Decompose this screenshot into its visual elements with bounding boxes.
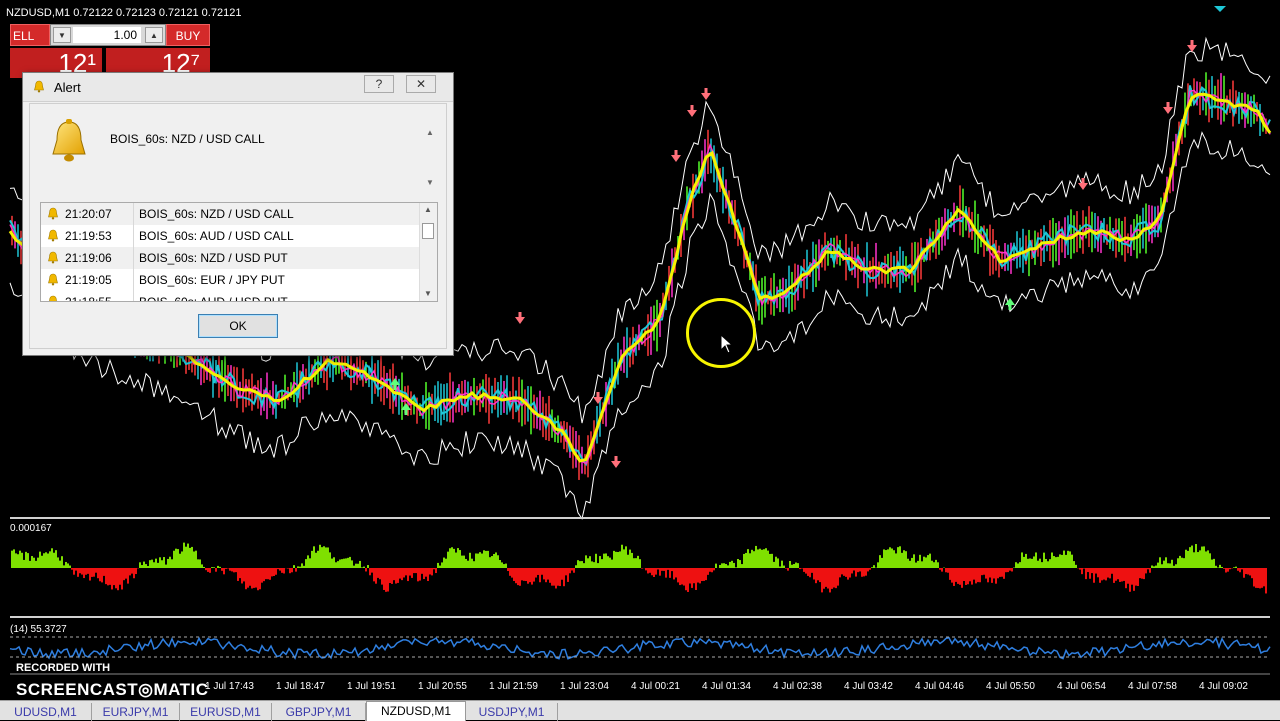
bell-icon	[34, 80, 44, 93]
scrollbar-thumb[interactable]	[422, 223, 434, 239]
alert-time: 21:19:05	[65, 273, 112, 287]
message-scroll-up-icon[interactable]: ▲	[426, 128, 434, 137]
alert-list-item[interactable]: 21:18:55 BOIS_60s: AUD / USD PUT	[41, 291, 421, 302]
time-axis-label: 4 Jul 03:42	[844, 681, 893, 692]
sell-signal-arrow	[1163, 102, 1173, 114]
recorded-with-label: RECORDED WITH	[16, 662, 111, 674]
help-button[interactable]: ?	[364, 75, 394, 93]
histogram-oscillator	[11, 542, 1267, 594]
time-axis-label: 4 Jul 05:50	[986, 681, 1035, 692]
one-click-trading-panel: ELL ▼ 1.00 ▲ BUY 12¹ 12⁷	[10, 24, 210, 78]
close-button[interactable]: ✕	[406, 75, 436, 93]
alert-text: BOIS_60s: AUD / USD PUT	[139, 295, 288, 302]
mouse-pointer-icon	[720, 334, 734, 354]
lot-size-input[interactable]: 1.00	[73, 27, 141, 43]
bell-icon	[48, 251, 58, 264]
time-axis-label: 4 Jul 04:46	[915, 681, 964, 692]
rsi-oscillator	[9, 636, 1271, 660]
bell-icon	[48, 229, 58, 242]
alert-text: BOIS_60s: NZD / USD PUT	[139, 251, 288, 265]
alert-history-list[interactable]: 21:20:07 BOIS_60s: NZD / USD CALL 21:19:53…	[40, 202, 438, 302]
time-axis-label: 4 Jul 00:21	[631, 681, 680, 692]
bell-large-icon	[52, 119, 86, 162]
column-divider	[133, 291, 134, 301]
column-divider	[133, 203, 134, 225]
alert-body: BOIS_60s: NZD / USD CALL ▲ ▼ 21:20:07 BOI…	[29, 103, 447, 349]
time-axis-label: 4 Jul 09:02	[1199, 681, 1248, 692]
cursor-highlight	[686, 298, 756, 368]
time-axis-label: 4 Jul 01:34	[702, 681, 751, 692]
chart-tab[interactable]: EURJPY,M1	[92, 703, 180, 721]
chart-tab[interactable]: NZDUSD,M1	[366, 701, 466, 721]
lot-decrease-icon[interactable]: ▼	[53, 27, 71, 43]
message-scroll-down-icon[interactable]: ▼	[426, 178, 434, 187]
time-axis-label: 1 Jul 18:47	[276, 681, 325, 692]
alert-titlebar[interactable]: Alert ? ✕	[23, 73, 453, 102]
time-axis-label: 1 Jul 23:04	[560, 681, 609, 692]
alert-list-item[interactable]: 21:19:53 BOIS_60s: AUD / USD CALL	[41, 225, 421, 247]
bell-icon	[48, 207, 58, 220]
time-axis-label: 1 Jul 20:55	[418, 681, 467, 692]
column-divider	[133, 247, 134, 269]
column-divider	[133, 225, 134, 247]
time-axis-label: 4 Jul 07:58	[1128, 681, 1177, 692]
sell-signal-arrow	[1187, 40, 1197, 52]
alert-title: Alert	[54, 80, 81, 95]
alert-list-item[interactable]: 21:19:06 BOIS_60s: NZD / USD PUT	[41, 247, 421, 269]
column-divider	[133, 269, 134, 291]
alert-time: 21:18:55	[65, 295, 112, 302]
chart-tab[interactable]: EURUSD,M1	[180, 703, 272, 721]
buy-button[interactable]: BUY	[166, 24, 210, 46]
rsi-line	[9, 636, 1271, 660]
time-axis-label: 1 Jul 19:51	[347, 681, 396, 692]
list-scroll-up-icon[interactable]: ▲	[424, 205, 432, 214]
time-axis-label: 4 Jul 02:38	[773, 681, 822, 692]
time-axis-label: 1 Jul 21:59	[489, 681, 538, 692]
alert-list-item[interactable]: 21:20:07 BOIS_60s: NZD / USD CALL	[41, 203, 421, 225]
ok-button[interactable]: OK	[198, 314, 278, 338]
alert-time: 21:19:53	[65, 229, 112, 243]
sell-signal-arrow	[671, 150, 681, 162]
rsi-value-label: (14) 55.3727	[10, 624, 67, 635]
chart-shift-marker	[1214, 6, 1226, 12]
alert-list-scrollbar[interactable]: ▲ ▼	[419, 203, 437, 301]
sell-signal-arrow	[611, 456, 621, 468]
time-axis-label: 1 Jul 17:43	[205, 681, 254, 692]
sell-button[interactable]: ELL	[10, 24, 50, 46]
chart-tab[interactable]: USDJPY,M1	[466, 703, 558, 721]
alert-text: BOIS_60s: NZD / USD CALL	[139, 207, 294, 221]
alert-time: 21:20:07	[65, 207, 112, 221]
lot-increase-icon[interactable]: ▲	[145, 27, 163, 43]
sell-signal-arrow	[701, 88, 711, 100]
alert-text: BOIS_60s: EUR / JPY PUT	[139, 273, 285, 287]
bell-icon	[49, 295, 57, 301]
alert-time: 21:19:06	[65, 251, 112, 265]
alert-message-area: BOIS_60s: NZD / USD CALL ▲ ▼	[38, 112, 438, 196]
alert-text: BOIS_60s: AUD / USD CALL	[139, 229, 294, 243]
chart-title: NZDUSD,M1 0.72122 0.72123 0.72121 0.7212…	[6, 7, 242, 19]
chart-tab[interactable]: GBPJPY,M1	[272, 703, 366, 721]
alert-list-item[interactable]: 21:19:05 BOIS_60s: EUR / JPY PUT	[41, 269, 421, 291]
list-scroll-down-icon[interactable]: ▼	[424, 289, 432, 298]
lot-size-control[interactable]: ▼ 1.00 ▲	[50, 24, 166, 46]
alert-message: BOIS_60s: NZD / USD CALL	[110, 132, 265, 146]
chart-tab[interactable]: UDUSD,M1	[0, 703, 92, 721]
sell-signal-arrow	[687, 105, 697, 117]
bell-icon	[48, 273, 58, 286]
screencast-logo: SCREENCAST◎MATIC	[16, 680, 209, 699]
alert-dialog: Alert ? ✕ BOIS_60s: NZD / USD CALL ▲ ▼ 2…	[22, 72, 454, 356]
histogram-value-label: 0.000167	[10, 523, 52, 534]
sell-signal-arrow	[515, 312, 525, 324]
time-axis-label: 4 Jul 06:54	[1057, 681, 1106, 692]
chart-tabs-bar: UDUSD,M1 EURJPY,M1 EURUSD,M1 GBPJPY,M1 NZDUS…	[0, 700, 1280, 721]
